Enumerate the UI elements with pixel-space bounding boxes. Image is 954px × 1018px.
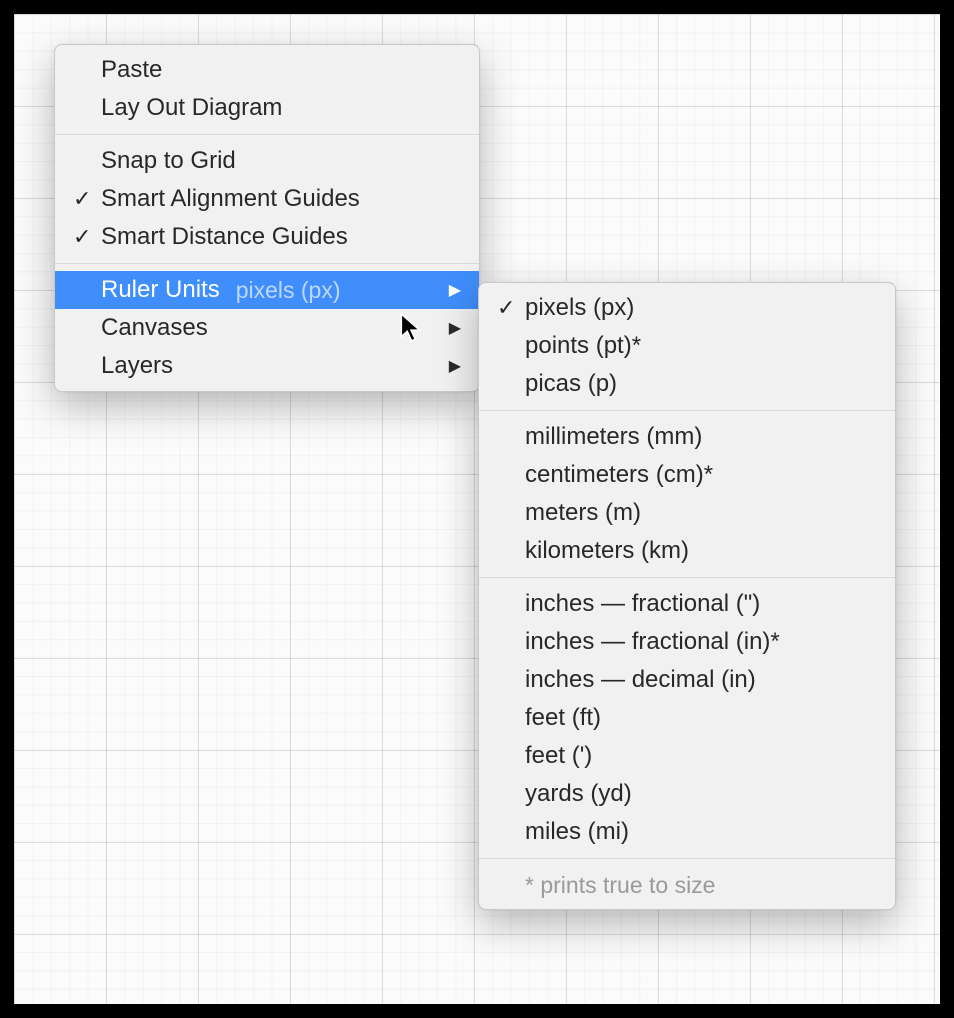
menu-smart-distance-guides[interactable]: ✓Smart Distance Guides: [55, 218, 479, 256]
menu-separator: [55, 263, 479, 264]
unit-pixels[interactable]: ✓pixels (px): [479, 289, 895, 327]
unit-feet-ft[interactable]: feet (ft): [479, 699, 895, 737]
unit-yards[interactable]: yards (yd): [479, 775, 895, 813]
menu-item-value: pixels (px): [236, 277, 341, 304]
menu-separator: [479, 577, 895, 578]
unit-kilometers[interactable]: kilometers (km): [479, 532, 895, 570]
menu-item-label: feet (ft): [525, 704, 601, 732]
unit-inches-decimal[interactable]: inches — decimal (in): [479, 661, 895, 699]
canvas-area[interactable]: PasteLay Out DiagramSnap to Grid✓Smart A…: [0, 0, 954, 1018]
unit-points[interactable]: points (pt)*: [479, 327, 895, 365]
unit-inches-fractional-in[interactable]: inches — fractional (in)*: [479, 623, 895, 661]
menu-item-label: inches — fractional (in)*: [525, 628, 780, 656]
unit-millimeters[interactable]: millimeters (mm): [479, 418, 895, 456]
submenu-arrow-icon: ▶: [449, 280, 461, 300]
menu-footer-note: * prints true to size: [479, 866, 895, 903]
checkmark-icon: ✓: [73, 224, 101, 250]
unit-centimeters[interactable]: centimeters (cm)*: [479, 456, 895, 494]
unit-inches-fractional-sym[interactable]: inches — fractional ("): [479, 585, 895, 623]
menu-item-label: Ruler Units: [101, 276, 220, 304]
menu-item-label: Snap to Grid: [101, 147, 236, 175]
ruler-units-submenu: ✓pixels (px) points (pt)* picas (p) millime…: [478, 282, 896, 910]
menu-canvases[interactable]: Canvases ▶: [55, 309, 479, 347]
checkmark-icon: ✓: [497, 295, 525, 321]
unit-feet-sym[interactable]: feet ('): [479, 737, 895, 775]
menu-ruler-units[interactable]: Ruler Units pixels (px) ▶: [55, 271, 479, 309]
menu-item-label: Paste: [101, 56, 162, 84]
menu-snap-to-grid[interactable]: Snap to Grid: [55, 142, 479, 180]
menu-separator: [55, 134, 479, 135]
menu-separator: [479, 410, 895, 411]
menu-item-label: Smart Distance Guides: [101, 223, 348, 251]
menu-item-label: Lay Out Diagram: [101, 94, 282, 122]
unit-miles[interactable]: miles (mi): [479, 813, 895, 851]
menu-item-label: inches — fractional ("): [525, 590, 760, 618]
menu-separator: [479, 858, 895, 859]
menu-smart-alignment-guides[interactable]: ✓Smart Alignment Guides: [55, 180, 479, 218]
menu-item-label: inches — decimal (in): [525, 666, 756, 694]
menu-item-label: Smart Alignment Guides: [101, 185, 360, 213]
menu-item-label: yards (yd): [525, 780, 632, 808]
menu-item-label: points (pt)*: [525, 332, 641, 360]
menu-paste[interactable]: Paste: [55, 51, 479, 89]
menu-item-label: Canvases: [101, 314, 208, 342]
menu-item-label: pixels (px): [525, 294, 634, 322]
menu-item-label: millimeters (mm): [525, 423, 702, 451]
menu-item-label: Layers: [101, 352, 173, 380]
unit-meters[interactable]: meters (m): [479, 494, 895, 532]
menu-lay-out-diagram[interactable]: Lay Out Diagram: [55, 89, 479, 127]
menu-layers[interactable]: Layers ▶: [55, 347, 479, 385]
menu-item-label: picas (p): [525, 370, 617, 398]
submenu-arrow-icon: ▶: [449, 356, 461, 376]
unit-picas[interactable]: picas (p): [479, 365, 895, 403]
checkmark-icon: ✓: [73, 186, 101, 212]
menu-item-label: feet ('): [525, 742, 592, 770]
menu-item-label: kilometers (km): [525, 537, 689, 565]
context-menu: PasteLay Out DiagramSnap to Grid✓Smart A…: [54, 44, 480, 392]
menu-item-label: centimeters (cm)*: [525, 461, 713, 489]
menu-item-label: miles (mi): [525, 818, 629, 846]
submenu-arrow-icon: ▶: [449, 318, 461, 338]
menu-item-label: meters (m): [525, 499, 641, 527]
